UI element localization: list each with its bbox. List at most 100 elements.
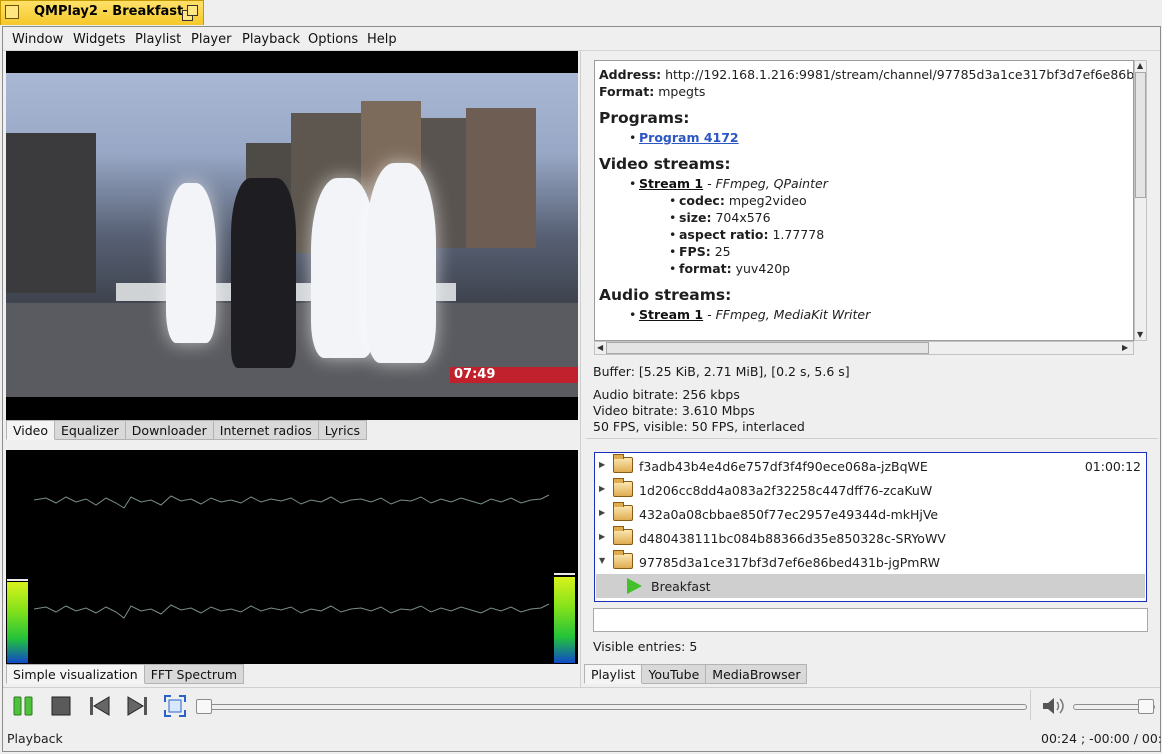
scroll-down-icon[interactable]: ▼ [1137,330,1143,340]
vu-meter-left [7,582,28,663]
status-text: Playback [7,731,63,746]
audio-bitrate: Audio bitrate: 256 kbps [593,387,740,402]
app-menu-icon[interactable] [5,5,19,19]
buffer-info: Buffer: [5.25 KiB, 2.71 MiB], [0.2 s, 5.… [593,364,850,379]
menu-options[interactable]: Options [308,32,358,47]
previous-button[interactable] [87,694,113,718]
prop-value: mpeg2video [728,193,807,208]
splitter[interactable] [580,51,581,687]
prop-label: format: [679,261,732,276]
collapse-arrow-icon[interactable]: ▼ [599,556,605,565]
tab-playlist[interactable]: Playlist [584,664,643,684]
fps-info: 50 FPS, visible: 50 FPS, interlaced [593,419,805,434]
tab-internet-radios[interactable]: Internet radios [213,420,319,440]
tab-youtube[interactable]: YouTube [642,664,707,684]
group-name: f3adb43b4e4d6e757df3f4f90ece068a-jzBqWE [639,459,928,474]
audio-stream-link[interactable]: Stream 1 [639,307,703,322]
info-vertical-scroll-thumb[interactable] [1135,72,1146,198]
tab-mediabrowser[interactable]: MediaBrowser [706,664,808,684]
menu-playback[interactable]: Playback [242,32,300,47]
group-name: 1d206cc8dd4a083a2f32258c447dff76-zcaKuW [639,483,933,498]
tab-simple-visualization[interactable]: Simple visualization [6,664,145,684]
scroll-right-icon[interactable]: ▶ [1122,343,1128,353]
expand-arrow-icon[interactable]: ▶ [599,532,605,541]
clock-overlay: 07:49 [450,367,578,383]
group-name: 432a0a08cbbae850f77ec2957e49344d-mkHjVe [639,507,939,522]
playlist-item-playing[interactable]: Breakfast [596,574,1145,598]
playlist-group[interactable]: ▶ f3adb43b4e4d6e757df3f4f90ece068a-jzBqW… [596,454,1145,478]
tab-equalizer[interactable]: Equalizer [55,420,126,440]
time-display: 00:24 ; -00:00 / 00:00 [1041,731,1162,746]
pause-button[interactable] [11,694,37,718]
menu-playlist[interactable]: Playlist [135,32,181,47]
folder-icon [613,502,633,521]
prop-label: aspect ratio: [679,227,769,242]
volume-slider-handle[interactable] [1138,699,1154,714]
info-horizontal-scroll-thumb[interactable] [606,342,929,354]
scroll-up-icon[interactable]: ▲ [1137,61,1143,71]
playlist-group[interactable]: ▶ 432a0a08cbbae850f77ec2957e49344d-mkHjV… [596,502,1145,526]
video-tab-bar: Video Equalizer Downloader Internet radi… [6,420,367,440]
expand-arrow-icon[interactable]: ▶ [599,484,605,493]
tab-downloader[interactable]: Downloader [125,420,214,440]
toolbar-divider [3,687,1160,688]
seek-slider[interactable] [196,704,1027,710]
audio-stream-desc: - FFmpeg, MediaKit Writer [707,307,871,322]
waveform [33,494,550,619]
menu-widgets[interactable]: Widgets [73,32,126,47]
folder-icon [613,478,633,497]
format-value: mpegts [658,84,706,99]
prop-label: FPS: [679,244,711,259]
menu-player[interactable]: Player [191,32,231,47]
vu-peak-left [7,579,28,581]
video-frame: 07:49 [6,73,578,397]
folder-icon [613,526,633,545]
skip-next-icon [127,696,147,716]
vu-meter-right [554,577,575,663]
scroll-left-icon[interactable]: ◀ [597,343,603,353]
prop-value: 25 [714,244,731,259]
maximize-icon[interactable] [181,4,199,21]
visible-entries: Visible entries: 5 [593,639,698,654]
address-value: http://192.168.1.216:9981/stream/channel… [665,67,1134,82]
prop-value: yuv420p [735,261,791,276]
window-title: QMPlay2 - Breakfast [34,4,184,19]
playlist-tree[interactable]: ▶ f3adb43b4e4d6e757df3f4f90ece068a-jzBqW… [594,452,1147,602]
speaker-icon [1043,698,1064,714]
expand-arrow-icon[interactable]: ▶ [599,460,605,469]
playlist-group[interactable]: ▶ d480438111bc084b88366d35e850328c-SRYoW… [596,526,1145,550]
stop-icon [51,696,71,716]
stop-button[interactable] [49,694,75,718]
toolbar-separator [1030,690,1031,720]
visualization-panel [6,450,578,664]
playlist-group[interactable]: ▶ 1d206cc8dd4a083a2f32258c447dff76-zcaKu… [596,478,1145,502]
programs-heading: Programs: [599,109,690,127]
tab-video[interactable]: Video [6,420,56,440]
mute-button[interactable] [1040,694,1066,718]
tab-lyrics[interactable]: Lyrics [318,420,367,440]
menu-window[interactable]: Window [12,32,63,47]
playlist-group[interactable]: ▼ 97785d3a1ce317bf3d7ef6e86bed431b-jgPmR… [596,550,1145,574]
divider [586,438,1158,439]
group-name: d480438111bc084b88366d35e850328c-SRYoWV [639,531,946,546]
fullscreen-icon [164,695,186,717]
next-button[interactable] [125,694,151,718]
format-label: Format: [599,84,655,99]
video-streams-heading: Video streams: [599,155,731,173]
audio-streams-heading: Audio streams: [599,286,732,304]
folder-icon [613,454,633,473]
media-info-panel[interactable]: Address: http://192.168.1.216:9981/strea… [594,60,1134,341]
video-stream-link[interactable]: Stream 1 [639,176,703,191]
menu-help[interactable]: Help [367,32,397,47]
tab-fft-spectrum[interactable]: FFT Spectrum [144,664,245,684]
playlist-search-input[interactable] [593,608,1148,632]
prop-label: size: [679,210,712,225]
prop-label: codec: [679,193,725,208]
address-label: Address: [599,67,662,82]
expand-arrow-icon[interactable]: ▶ [599,508,605,517]
group-name: 97785d3a1ce317bf3d7ef6e86bed431b-jgPmRW [639,555,941,570]
video-bitrate: Video bitrate: 3.610 Mbps [593,403,755,418]
fullscreen-button[interactable] [163,694,189,718]
program-link[interactable]: Program 4172 [639,130,739,145]
seek-slider-handle[interactable] [196,699,212,714]
